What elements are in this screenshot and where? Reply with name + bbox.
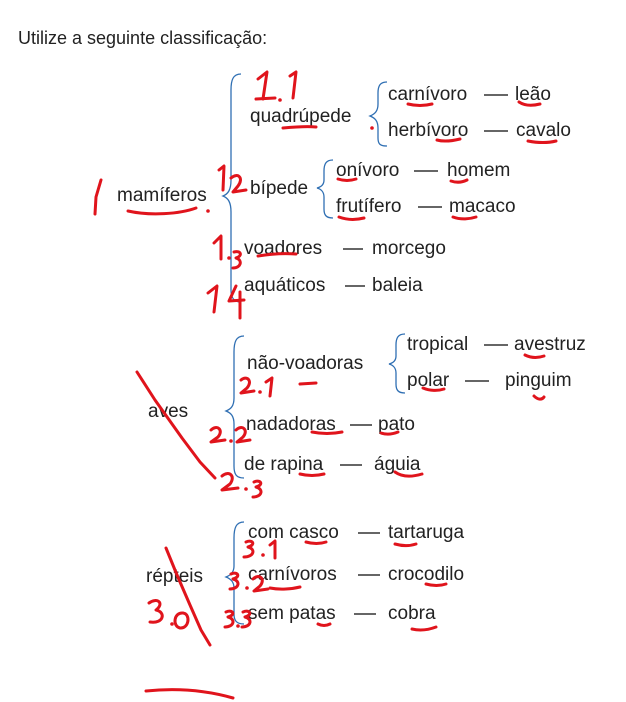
animal-leao: leão [515,84,551,105]
aves-brace [224,335,245,479]
mamiferos-brace [221,73,242,303]
category-carnivoros: carnívoros [248,564,337,585]
subtype-polar: polar [407,370,450,391]
subtype-frutifero: frutífero [336,196,402,217]
group-repteis: répteis [146,566,204,587]
group-aves: aves [148,401,189,422]
animal-cobra: cobra [388,603,436,624]
category-nadadoras: nadadoras [246,414,336,435]
animal-homem: homem [447,160,511,181]
document-page: Utilize a seguinte classificação: mamífe… [0,0,626,702]
category-quadrupede: quadrúpede [250,106,352,127]
subtype-carnivoro: carnívoro [388,84,468,105]
animal-tartaruga: tartaruga [388,522,465,543]
animal-crocodilo: crocodilo [388,564,465,585]
nao-voadoras-brace [388,333,406,394]
animal-avestruz: avestruz [514,334,586,355]
category-com-casco: com casco [248,522,339,543]
animal-pato: pato [378,414,415,435]
category-aquaticos: aquáticos [244,275,326,296]
subtype-onivoro: onívoro [336,160,400,181]
quadrupede-brace [368,81,388,147]
repteis-brace [224,521,245,625]
subtype-herbivoro: herbívoro [388,120,469,141]
animal-macaco: macaco [449,196,516,217]
subtype-tropical: tropical [407,334,469,355]
bipede-brace [316,159,334,219]
animal-morcego: morcego [372,238,446,259]
heading: Utilize a seguinte classificação: [18,28,268,48]
group-mamiferos: mamíferos [117,185,207,206]
category-sem-patas: sem patas [248,603,336,624]
animal-pinguim: pinguim [505,370,572,391]
animal-aguia: águia [374,454,421,475]
category-voadores: voadores [244,238,323,259]
animal-cavalo: cavalo [516,120,571,141]
category-nao-voadoras: não-voadoras [247,353,364,374]
category-de-rapina: de rapina [244,454,324,475]
category-bipede: bípede [250,178,309,199]
animal-baleia: baleia [372,275,423,296]
